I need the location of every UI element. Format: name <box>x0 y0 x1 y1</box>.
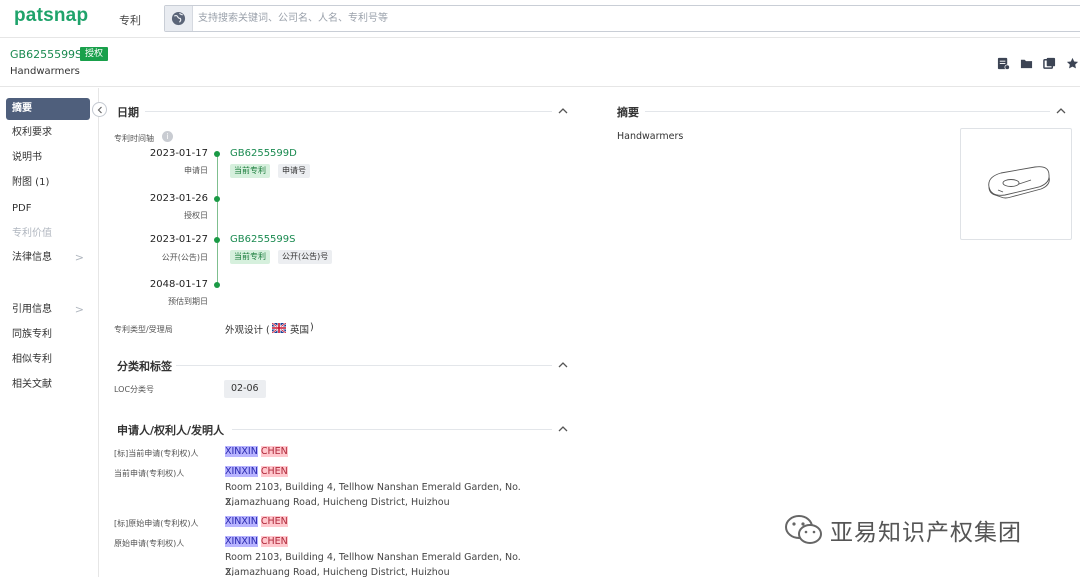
patent-header: GB6255599S 授权 Handwarmers <box>0 39 1080 87</box>
event-type: 授权日 <box>184 211 208 220</box>
current-patent-tag: 当前专利 <box>230 164 270 178</box>
name-first: XINXIN <box>225 516 258 527</box>
name-last: CHEN <box>260 466 288 477</box>
event-date: 2023-01-26 <box>149 193 208 204</box>
globe-icon[interactable] <box>165 6 193 31</box>
watermark-text: 亚易知识产权集团 <box>830 520 1022 546</box>
sidebar-item-family[interactable]: 同族专利 <box>6 324 90 346</box>
loc-value-chip[interactable]: 02-06 <box>224 380 266 398</box>
chevron-left-icon <box>97 106 102 113</box>
patent-type-value: 外观设计 ( <box>225 325 270 336</box>
star-icon[interactable] <box>1065 56 1080 71</box>
divider <box>645 111 1050 112</box>
party-address-line2: Xiamazhuang Road, Huicheng District, Hui… <box>225 497 450 508</box>
name-last: CHEN <box>260 536 288 547</box>
application-number-tag: 申请号 <box>278 164 310 178</box>
event-type: 公开(公告)日 <box>161 253 208 262</box>
chevron-up-icon[interactable] <box>1056 106 1066 116</box>
compare-icon[interactable] <box>1042 56 1057 71</box>
sidebar-item-label: 引用信息 <box>12 304 52 315</box>
event-type: 申请日 <box>184 166 208 175</box>
event-date: 2023-01-27 <box>149 234 208 245</box>
party-label: 当前申请(专利权)人 <box>114 469 185 478</box>
name-first: XINXIN <box>225 446 258 457</box>
sidebar-item-patent-value: 专利价值 <box>12 228 52 239</box>
divider <box>176 365 552 366</box>
uk-flag-icon <box>272 323 286 333</box>
status-badge: 授权 <box>80 47 109 61</box>
abstract-text: Handwarmers <box>617 131 684 142</box>
chevron-up-icon[interactable] <box>558 424 568 434</box>
search-box[interactable] <box>164 5 1080 32</box>
dates-section-title: 日期 <box>117 106 139 119</box>
chevron-up-icon[interactable] <box>558 106 568 116</box>
publication-number-link[interactable]: GB6255599S <box>230 234 296 245</box>
event-type: 预估到期日 <box>168 297 208 306</box>
sidebar-item-similar[interactable]: 相似专利 <box>6 349 90 371</box>
module-switcher[interactable]: 专利 <box>119 12 141 28</box>
info-icon[interactable]: i <box>162 131 173 142</box>
top-bar: patsnap 专利 <box>0 0 1080 38</box>
sidebar-item-claims[interactable]: 权利要求 <box>6 122 90 144</box>
party-address-line2: Xiamazhuang Road, Huicheng District, Hui… <box>225 567 450 578</box>
sidebar-item-description[interactable]: 说明书 <box>6 147 90 169</box>
timeline-dot <box>214 151 220 157</box>
classification-section-title: 分类和标签 <box>117 360 172 373</box>
sidebar-item-abstract[interactable]: 摘要 <box>6 98 90 120</box>
search-input[interactable] <box>198 9 1058 27</box>
sidebar-item-legal-info[interactable]: 法律信息 > <box>6 247 90 269</box>
type-close-paren: ) <box>310 322 314 333</box>
divider <box>145 111 552 112</box>
chevron-right-icon: > <box>74 251 84 264</box>
timeline-dot <box>214 196 220 202</box>
patent-title: Handwarmers <box>10 66 80 77</box>
drawing-thumbnail[interactable] <box>960 128 1072 240</box>
sidebar-item-label: 法律信息 <box>12 252 52 263</box>
wechat-icon <box>785 515 822 544</box>
collapse-sidebar-button[interactable] <box>92 102 107 117</box>
name-first: XINXIN <box>225 536 258 547</box>
patent-type-label: 专利类型/受理局 <box>114 325 173 334</box>
header-actions <box>996 56 1080 71</box>
party-label: 原始申请(专利权)人 <box>114 539 185 548</box>
sidebar-item-citations[interactable]: 引用信息 > <box>6 299 90 321</box>
parties-section-title: 申请人/权利人/发明人 <box>117 424 225 437</box>
party-name[interactable]: XINXIN CHEN <box>225 536 288 547</box>
event-date: 2023-01-17 <box>149 148 208 159</box>
folder-icon[interactable] <box>1019 56 1034 71</box>
patent-number[interactable]: GB6255599S <box>10 48 82 61</box>
party-name[interactable]: XINXIN CHEN <box>225 446 288 457</box>
name-last: CHEN <box>260 446 288 457</box>
timeline-dot <box>214 282 220 288</box>
timeline-dot <box>214 237 220 243</box>
name-last: CHEN <box>260 516 288 527</box>
sidebar-item-related-docs[interactable]: 相关文献 <box>6 374 90 396</box>
publication-number-tag: 公开(公告)号 <box>278 250 333 264</box>
country-name: 英国 <box>290 325 310 336</box>
pdf-export-icon[interactable] <box>996 56 1011 71</box>
current-patent-tag: 当前专利 <box>230 250 270 264</box>
watermark: 亚易知识产权集团 <box>784 513 1022 547</box>
event-date: 2048-01-17 <box>149 279 208 290</box>
name-first: XINXIN <box>225 466 258 477</box>
handwarmer-drawing <box>988 166 1050 199</box>
chevron-right-icon: > <box>74 303 84 316</box>
divider <box>232 429 552 430</box>
application-number-link[interactable]: GB6255599D <box>230 148 297 159</box>
abstract-section-title: 摘要 <box>617 106 639 119</box>
timeline-label: 专利时间轴 <box>114 134 154 143</box>
party-name[interactable]: XINXIN CHEN <box>225 466 288 477</box>
loc-label: LOC分类号 <box>114 385 155 394</box>
party-name[interactable]: XINXIN CHEN <box>225 516 288 527</box>
sidebar-item-pdf[interactable]: PDF <box>6 198 90 220</box>
sidebar: 摘要 权利要求 说明书 附图 (1) PDF 专利价值 法律信息 > 引用信息 … <box>0 88 99 577</box>
timeline-line <box>217 153 218 286</box>
party-label: [标]当前申请(专利权)人 <box>114 449 199 458</box>
sidebar-item-drawings[interactable]: 附图 (1) <box>6 172 90 194</box>
chevron-up-icon[interactable] <box>558 360 568 370</box>
patsnap-logo[interactable]: patsnap <box>14 5 88 27</box>
party-label: [标]原始申请(专利权)人 <box>114 519 199 528</box>
